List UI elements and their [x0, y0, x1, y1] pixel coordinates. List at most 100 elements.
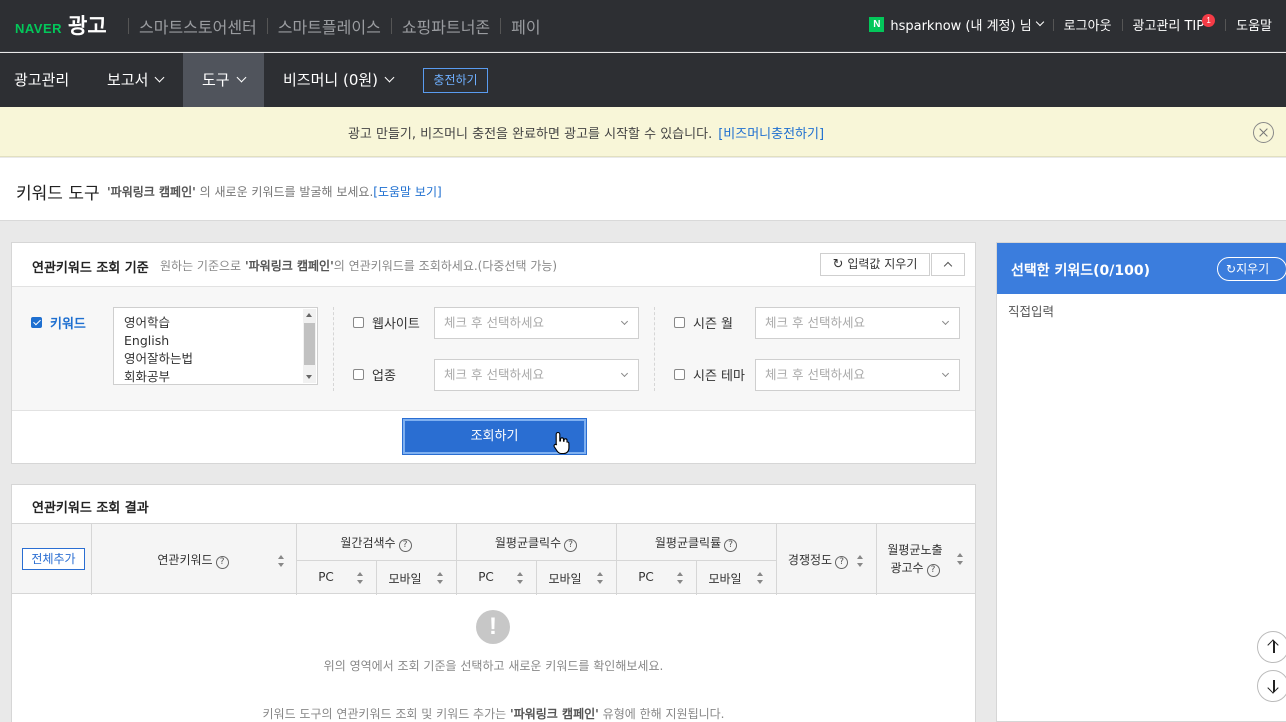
col-search-mobile[interactable]: 모바일	[376, 570, 434, 587]
help-icon[interactable]: ?	[215, 556, 229, 569]
nav-shopping-partner[interactable]: 쇼핑파트너존	[402, 14, 490, 38]
help-icon[interactable]: ?	[564, 539, 578, 552]
sort-icon[interactable]	[677, 572, 684, 584]
col-avg-clicks: 월평균클릭수?	[456, 534, 616, 552]
campaign-name: '파워링크 캠페인'	[510, 707, 599, 721]
scroll-up-arrow-icon[interactable]	[306, 313, 312, 317]
nav-smartplace[interactable]: 스마트플레이스	[278, 14, 381, 38]
sort-icon[interactable]	[357, 572, 364, 584]
charge-button[interactable]: 충전하기	[423, 68, 488, 93]
criteria-header: 연관키워드 조회 기준 원하는 기준으로 '파워링크 캠페인'의 연관키워드를 …	[12, 243, 975, 287]
notice-message: 광고 만들기, 비즈머니 충전을 완료하면 광고를 시작할 수 있습니다. [비즈…	[0, 123, 1172, 142]
add-all-button[interactable]: 전체추가	[22, 548, 85, 570]
textarea-scrollbar[interactable]	[303, 309, 316, 383]
selected-keywords-panel: 선택한 키워드(0/100) ↻지우기 직접입력	[996, 242, 1286, 722]
nav-tools[interactable]: 도구	[183, 53, 264, 107]
help-link[interactable]: 도움말	[1236, 15, 1272, 34]
results-panel: 연관키워드 조회 결과 전체추가 연관키워드? 월간검색수? 월평균클릭수? 월…	[11, 484, 976, 722]
clear-selected-button[interactable]: ↻지우기	[1217, 257, 1286, 281]
industry-select[interactable]: 체크 후 선택하세요	[434, 359, 639, 391]
top-nav: 스마트스토어센터 스마트플레이스 쇼핑파트너존 페이	[118, 14, 541, 38]
divider	[654, 307, 655, 391]
divider	[333, 307, 334, 391]
clear-input-button[interactable]: ↻ 입력값 지우기	[820, 253, 930, 276]
empty-message: 위의 영역에서 조회 기준을 선택하고 새로운 키워드를 확인해보세요.	[323, 659, 664, 673]
criteria-subtext: 원하는 기준으로 '파워링크 캠페인'의 연관키워드를 조회하세요.(다중선택 …	[160, 257, 557, 274]
nav-smartstore[interactable]: 스마트스토어센터	[139, 14, 257, 38]
industry-checkbox[interactable]	[353, 369, 364, 380]
nav-bizmoney[interactable]: 비즈머니 (0원)	[283, 53, 395, 107]
col-avg-ctr: 월평균클릭률?	[616, 534, 776, 552]
sort-icon[interactable]	[517, 572, 524, 584]
bizmoney-charge-link[interactable]: [비즈머니충전하기]	[718, 127, 824, 142]
chevron-down-icon	[1035, 17, 1044, 26]
sort-icon[interactable]	[757, 572, 764, 584]
nav-pay[interactable]: 페이	[511, 14, 540, 38]
close-icon[interactable]	[1253, 122, 1274, 143]
keyword-label: 키워드	[50, 317, 86, 332]
industry-label: 업종	[372, 369, 396, 384]
divider	[266, 18, 268, 34]
website-checkbox[interactable]	[353, 317, 364, 328]
keyword-checkbox[interactable]	[31, 317, 42, 328]
help-icon[interactable]: ?	[398, 539, 412, 552]
website-label: 웹사이트	[372, 317, 420, 332]
divider	[1225, 18, 1227, 31]
scroll-down-arrow-icon[interactable]	[306, 375, 312, 379]
help-view-link[interactable]: [도움말 보기]	[373, 185, 441, 199]
scroll-top-button[interactable]	[1257, 631, 1286, 663]
scroll-bottom-button[interactable]	[1257, 670, 1286, 702]
col-keyword[interactable]: 연관키워드?	[91, 551, 295, 569]
col-clicks-pc[interactable]: PC	[456, 570, 516, 584]
nav-ad-management[interactable]: 광고관리	[14, 53, 69, 107]
selected-title: 선택한 키워드(0/100)	[1011, 263, 1151, 279]
naver-n-icon: N	[869, 17, 885, 32]
keyword-line: English	[124, 333, 170, 348]
hand-cursor-icon	[553, 431, 570, 455]
season-month-select[interactable]: 체크 후 선택하세요	[755, 307, 960, 339]
col-competition[interactable]: 경쟁정도?	[776, 551, 860, 569]
ad-tip-label: 광고관리 TIP	[1132, 19, 1205, 34]
chevron-down-icon	[620, 317, 629, 326]
ad-tip-link[interactable]: 광고관리 TIP 1	[1132, 14, 1216, 34]
col-label: 월평균클릭수	[494, 536, 562, 550]
keyword-line: 영어학습	[124, 315, 171, 330]
season-theme-label: 시즌 테마	[693, 369, 745, 384]
nav-reports[interactable]: 보고서	[107, 53, 165, 107]
user-name: hsparknow (내 계정) 님	[890, 19, 1032, 34]
nav-label: 광고관리	[14, 71, 70, 89]
help-icon[interactable]: ?	[724, 539, 738, 552]
help-icon[interactable]: ?	[926, 564, 940, 577]
sort-icon[interactable]	[278, 555, 285, 567]
season-month-checkbox[interactable]	[674, 317, 685, 328]
results-heading: 연관키워드 조회 결과	[32, 501, 149, 516]
website-select[interactable]: 체크 후 선택하세요	[434, 307, 639, 339]
col-search-pc[interactable]: PC	[296, 570, 356, 584]
keyword-textarea[interactable]: 영어학습 English 영어잘하는법 회화공부	[113, 307, 318, 385]
sort-icon[interactable]	[597, 572, 604, 584]
chevron-down-icon	[384, 72, 395, 83]
sort-icon[interactable]	[857, 555, 864, 567]
direct-input-label[interactable]: 직접입력	[1008, 301, 1054, 320]
user-menu[interactable]: N hsparknow (내 계정) 님	[869, 15, 1044, 34]
col-ctr-mobile[interactable]: 모바일	[696, 570, 754, 587]
scroll-thumb[interactable]	[304, 323, 315, 365]
col-ctr-pc[interactable]: PC	[616, 570, 676, 584]
select-placeholder: 체크 후 선택하세요	[444, 367, 544, 382]
help-icon[interactable]: ?	[835, 556, 849, 569]
sort-icon[interactable]	[437, 572, 444, 584]
chevron-down-icon	[236, 72, 247, 83]
col-avg-exposure[interactable]: 월평균노출 광고수?	[876, 541, 954, 577]
subtext-pre: 원하는 기준으로	[160, 259, 242, 273]
season-theme-select[interactable]: 체크 후 선택하세요	[755, 359, 960, 391]
col-clicks-mobile[interactable]: 모바일	[536, 570, 594, 587]
collapse-button[interactable]	[931, 253, 965, 276]
col-label: 광고수	[890, 561, 924, 575]
keyword-line: 영어잘하는법	[124, 351, 194, 366]
logout-link[interactable]: 로그아웃	[1064, 15, 1112, 34]
note-pre: 키워드 도구의 연관키워드 조회 및 키워드 추가는	[262, 707, 507, 721]
sort-icon[interactable]	[957, 553, 964, 565]
naver-ad-logo[interactable]: NAVER 광고	[15, 10, 107, 40]
season-theme-checkbox[interactable]	[674, 369, 685, 380]
notice-banner: 광고 만들기, 비즈머니 충전을 완료하면 광고를 시작할 수 있습니다. [비즈…	[0, 107, 1286, 157]
